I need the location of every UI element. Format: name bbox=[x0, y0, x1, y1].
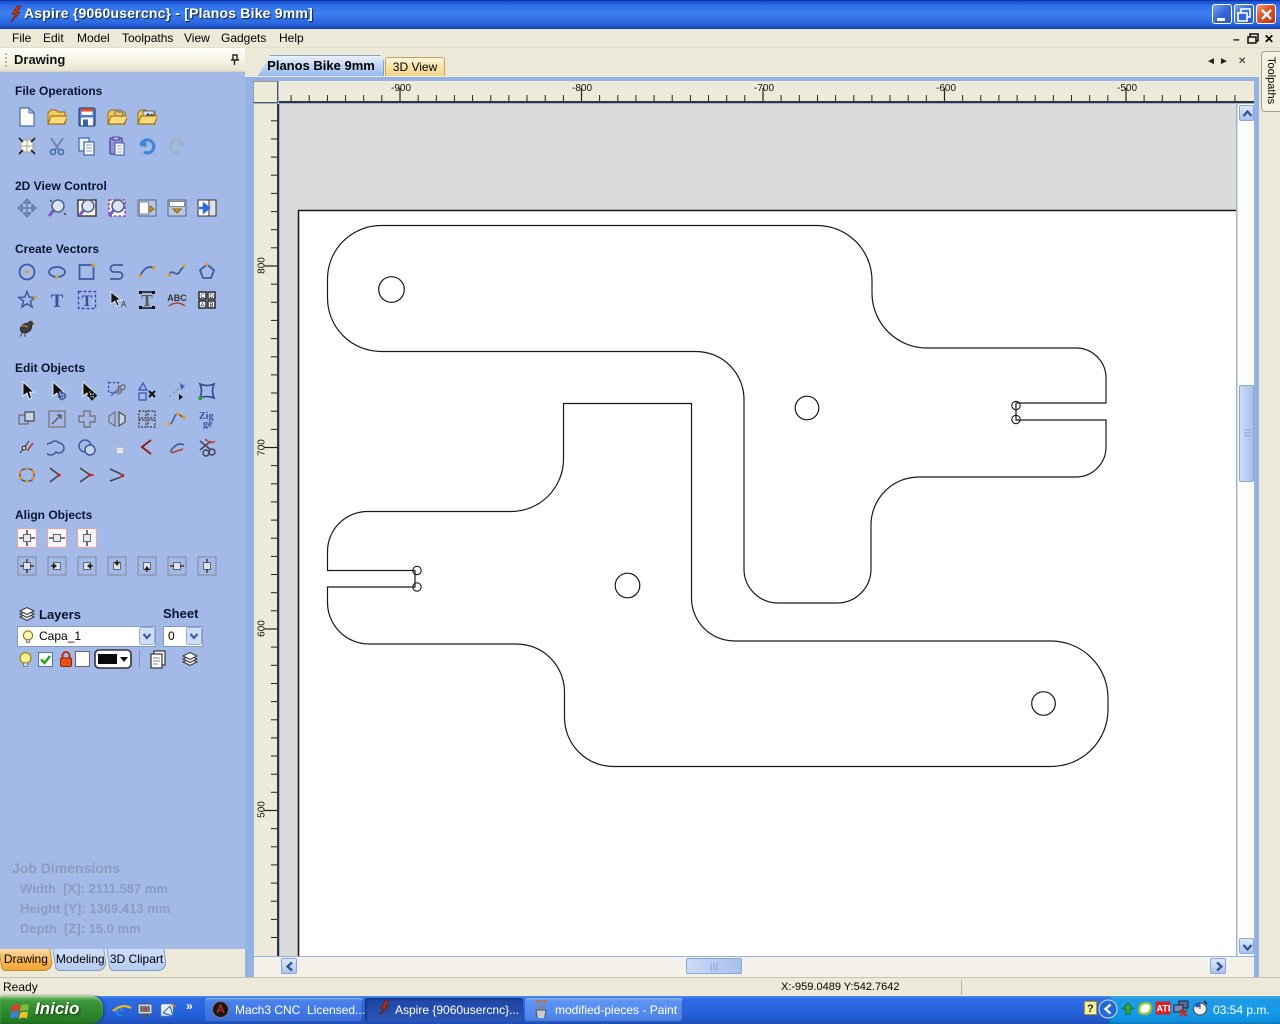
svg-text:C: C bbox=[200, 294, 205, 300]
svg-text:T: T bbox=[141, 291, 153, 310]
svg-text:ge: ge bbox=[203, 419, 213, 429]
svg-text:T: T bbox=[51, 291, 64, 310]
svg-text:D: D bbox=[209, 294, 214, 300]
svg-text:ABC: ABC bbox=[167, 293, 187, 303]
svg-text:?: ? bbox=[1087, 1003, 1094, 1015]
svg-text:e: e bbox=[115, 1000, 123, 1021]
svg-text:AB: AB bbox=[121, 300, 127, 309]
svg-text:A: A bbox=[200, 303, 204, 309]
svg-text:T: T bbox=[82, 293, 93, 310]
svg-text:ATI: ATI bbox=[1157, 1004, 1171, 1014]
svg-text:B: B bbox=[209, 303, 213, 309]
